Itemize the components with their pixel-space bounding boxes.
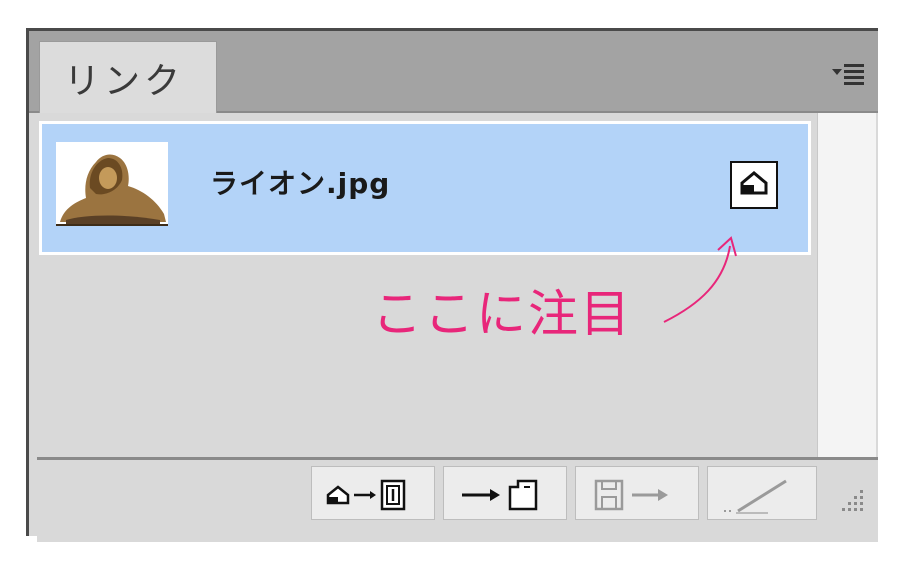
annotation-arrow-icon [663, 236, 737, 323]
